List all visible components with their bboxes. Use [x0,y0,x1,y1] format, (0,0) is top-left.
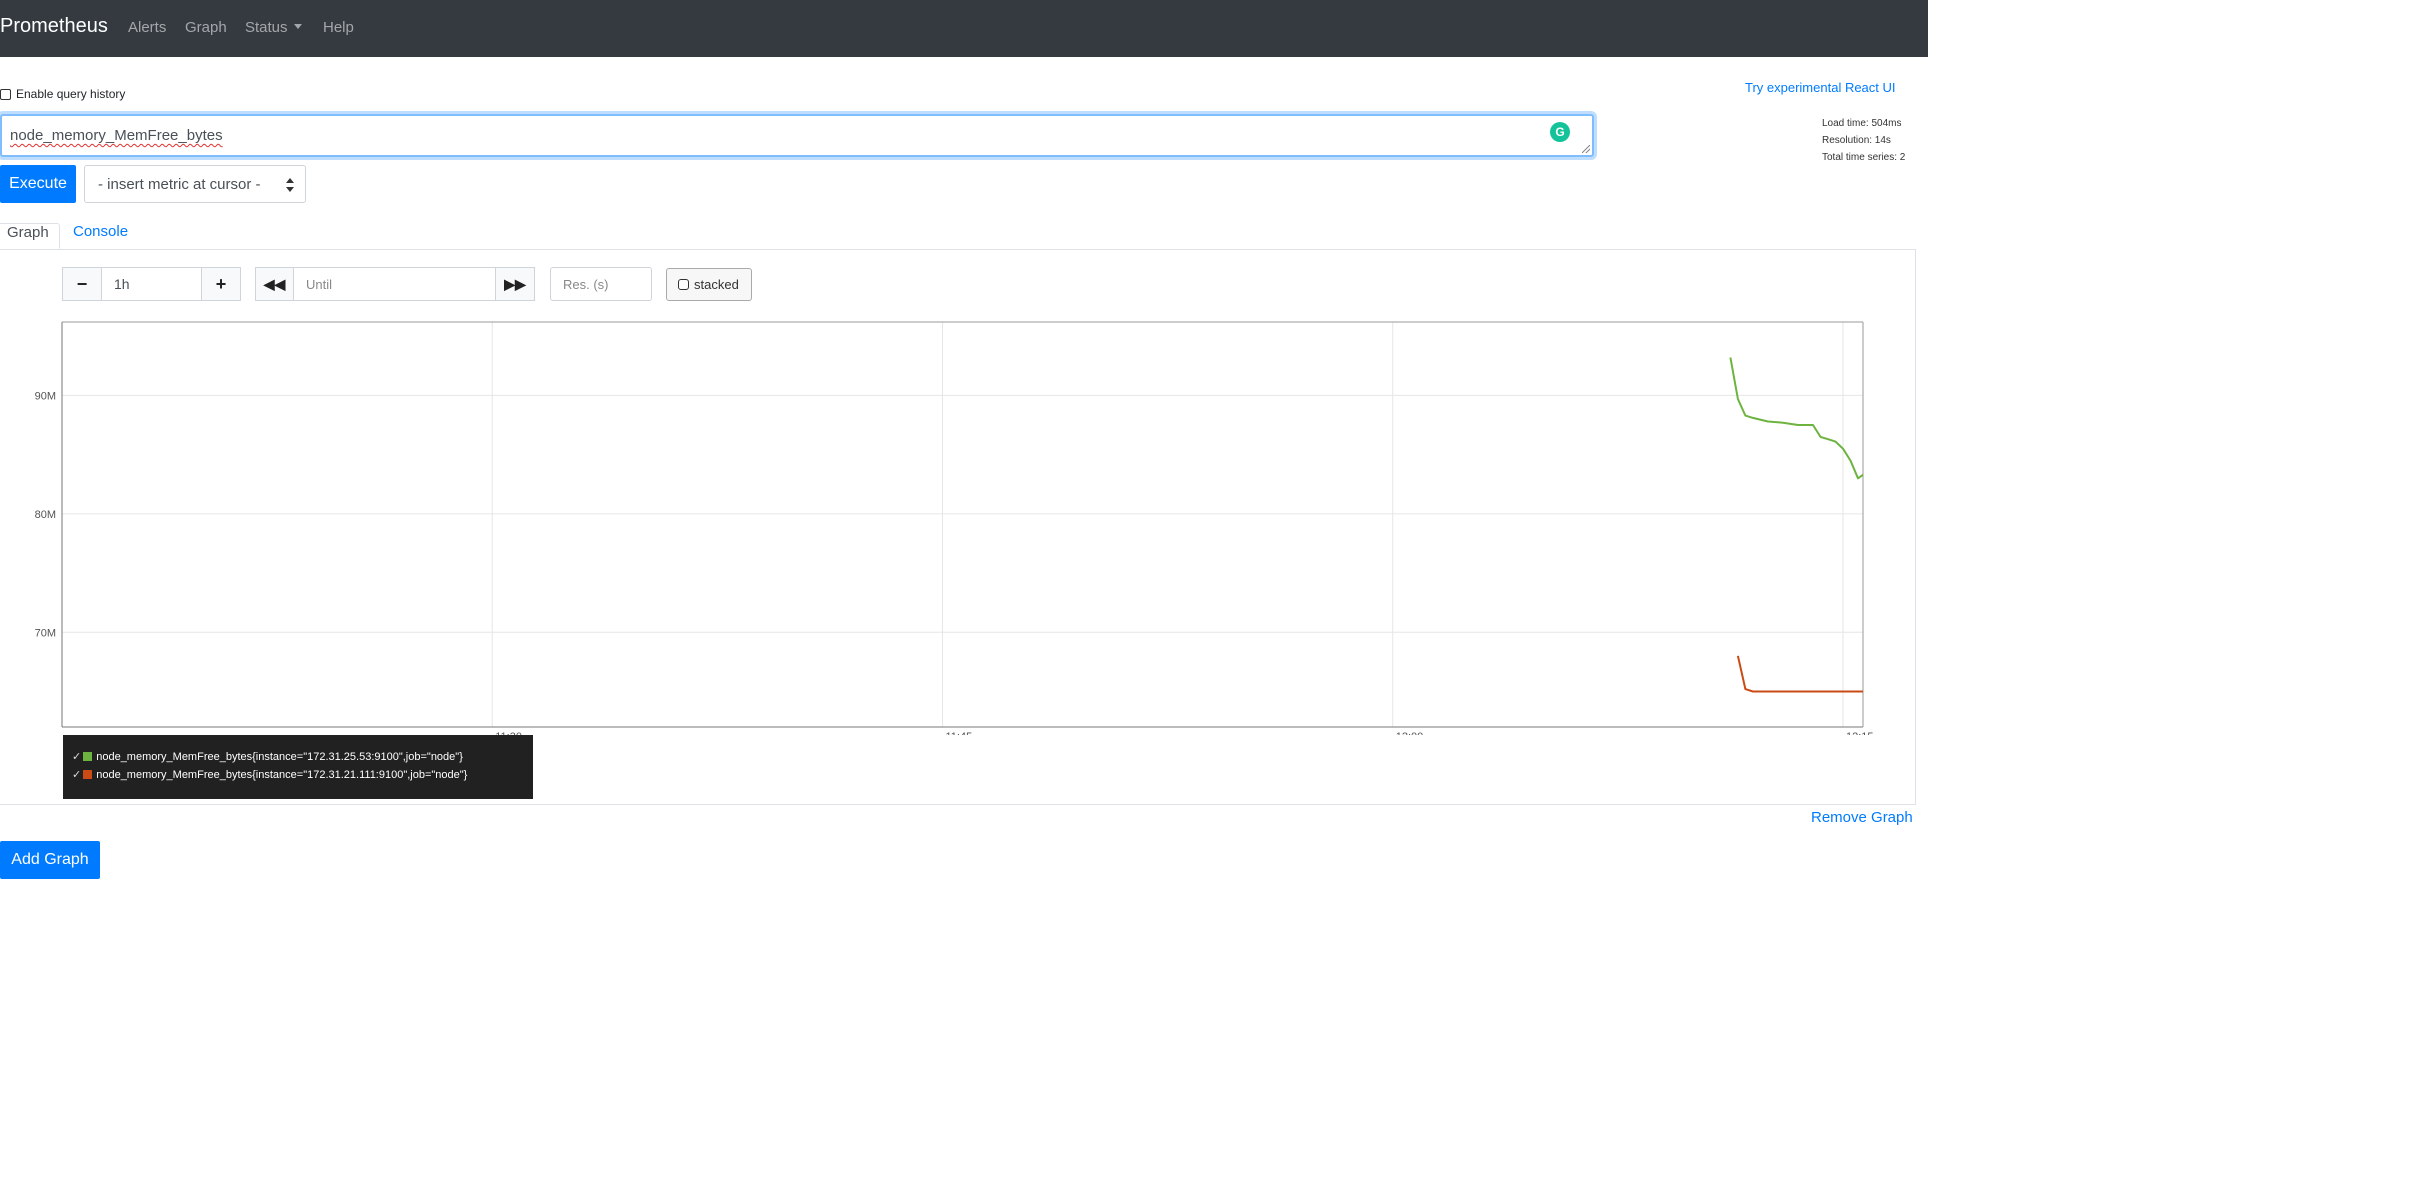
nav-status-label: Status [245,19,288,36]
legend-swatch [83,752,93,761]
insert-metric-select[interactable]: - insert metric at cursor - [84,165,306,203]
tab-console[interactable]: Console [73,223,128,240]
add-graph-button[interactable]: Add Graph [0,841,100,879]
stacked-toggle[interactable]: stacked [666,268,752,301]
query-history-toggle[interactable]: Enable query history [0,87,125,101]
resolution-placeholder: Res. (s) [563,277,609,292]
rewind-button[interactable]: ◀◀ [255,267,294,301]
resolution: Resolution: 14s [1822,135,1891,146]
until-input[interactable]: Until [293,267,496,301]
expression-text: node_memory_MemFree_bytes [10,127,223,144]
tab-graph[interactable]: Graph [0,223,60,249]
legend-label: node_memory_MemFree_bytes{instance="172.… [96,768,468,781]
x-tick-label: 11:45 [945,731,972,735]
stacked-label: stacked [694,277,739,292]
navbar: Prometheus Alerts Graph Status Help [0,0,1928,57]
forward-button[interactable]: ▶▶ [495,267,535,301]
x-tick-label: 12:15 [1846,731,1874,735]
nav-graph[interactable]: Graph [185,19,227,36]
nav-status-dropdown[interactable]: Status [245,19,302,36]
legend-swatch [83,770,93,779]
graph-legend: ✓ node_memory_MemFree_bytes{instance="17… [63,735,533,799]
select-arrows-icon [286,178,294,192]
y-tick-label: 70M [35,627,56,639]
expression-input[interactable]: node_memory_MemFree_bytes G [0,114,1594,157]
until-placeholder: Until [306,277,333,292]
react-ui-link[interactable]: Try experimental React UI [1745,80,1896,95]
legend-item[interactable]: ✓ node_memory_MemFree_bytes{instance="17… [72,768,468,782]
execute-button[interactable]: Execute [0,165,76,203]
decrease-range-button[interactable]: − [62,267,102,301]
legend-label: node_memory_MemFree_bytes{instance="172.… [96,750,463,763]
series-line [1736,655,1863,693]
y-tick-label: 80M [35,509,56,521]
grammarly-icon[interactable]: G [1550,122,1570,142]
brand-logo[interactable]: Prometheus [0,15,108,38]
caret-down-icon [293,24,302,29]
load-time: Load time: 504ms [1822,118,1902,129]
x-tick-label: 12:00 [1396,731,1424,735]
rewind-icon: ◀◀ [263,276,286,292]
legend-item[interactable]: ✓ node_memory_MemFree_bytes{instance="17… [72,750,463,764]
range-input[interactable]: 1h [101,267,202,301]
total-series: Total time series: 2 [1822,152,1906,163]
check-icon: ✓ [72,751,82,763]
insert-metric-label: - insert metric at cursor - [98,176,261,193]
query-history-checkbox[interactable] [0,88,11,100]
query-stats: Load time: 504ms Resolution: 14s Total t… [1822,115,1905,166]
nav-alerts[interactable]: Alerts [128,19,166,36]
resolution-input[interactable]: Res. (s) [550,267,652,301]
query-history-label: Enable query history [16,87,126,101]
graph-chart: 90M80M70M11:3011:4512:0012:15 [35,321,1874,735]
check-icon: ✓ [72,769,82,781]
remove-graph-link[interactable]: Remove Graph [1811,809,1913,826]
forward-icon: ▶▶ [504,276,526,292]
stacked-checkbox[interactable] [678,279,689,290]
increase-range-button[interactable]: + [201,267,241,301]
y-tick-label: 90M [35,390,56,402]
resize-handle-icon[interactable] [1582,145,1590,153]
nav-help[interactable]: Help [323,19,354,36]
